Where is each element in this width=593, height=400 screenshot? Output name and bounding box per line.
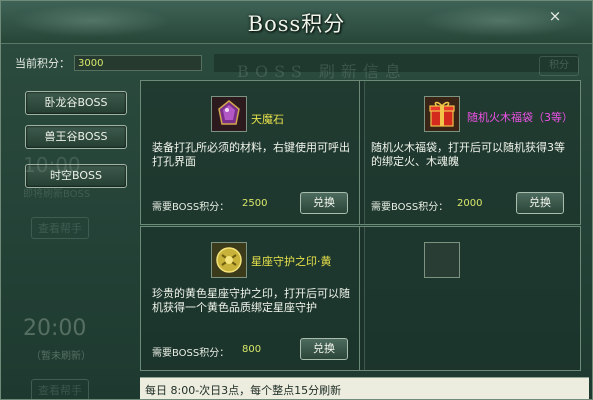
cost-value: 800 [242,344,262,355]
item-name: 星座守护之印·黄 [251,255,332,268]
tab-wolonggu-boss[interactable]: 卧龙谷BOSS [25,91,127,115]
boss-points-window: Boss积分 × 当前积分： 3000 BOSS 刷新信息 积分 卧龙谷BOSS… [0,0,593,400]
item-slot[interactable] [211,96,247,132]
exchange-button[interactable]: 兑换 [300,338,348,360]
reward-card: 随机火木福袋（3等） 随机火木福袋，打开后可以随机获得3等的绑定火、木魂魄 需要… [359,80,581,225]
window-title: Boss积分 [247,12,346,36]
ghost-subtitle-2: （暂未刷新） [31,351,91,362]
item-description: 装备打孔所必须的材料，右键使用可呼出打孔界面 [152,141,350,168]
empty-reward-card [359,226,581,371]
boss-category-sidebar: 卧龙谷BOSS 兽王谷BOSS 时空BOSS 10:00 即将刷新BOSS 查看… [9,81,135,399]
reward-card: 天魔石 装备打孔所必须的材料，右键使用可呼出打孔界面 需要BOSS积分： 250… [140,80,365,225]
footer-bar: 每日 8:00-次日3点，每个整点15分刷新 [140,377,589,399]
item-description: 珍贵的黄色星座守护之印，打开后可以随机获得一个黄色品质绑定星座守护 [152,287,350,314]
item-name: 随机火木福袋（3等） [467,111,573,124]
cost-value: 2500 [242,198,268,209]
current-score-row: 当前积分： 3000 [15,54,202,72]
current-score-value: 3000 [74,55,202,71]
cost-label: 需要BOSS积分： [371,202,449,213]
current-score-label: 当前积分： [15,57,70,70]
gift-bag-icon [425,97,459,131]
cost-label: 需要BOSS积分： [152,202,230,213]
exchange-button[interactable]: 兑换 [300,192,348,214]
cost-label: 需要BOSS积分： [152,348,230,359]
item-slot[interactable] [424,96,460,132]
background-banner-text: BOSS 刷新信息 [237,62,407,81]
ghost-time-1: 10:00 [23,153,81,177]
cost-value: 2000 [457,198,483,209]
demon-stone-icon [212,97,246,131]
background-button: 积分 [539,56,579,76]
ghost-time-2: 20:00 [23,316,87,341]
ghost-subtitle-1: 即将刷新BOSS [23,189,91,200]
ghost-help-button-2: 查看帮手 [31,379,89,399]
exchange-button[interactable]: 兑换 [516,192,564,214]
close-icon[interactable]: × [546,7,564,25]
item-slot[interactable] [211,242,247,278]
refresh-schedule-text: 每日 8:00-次日3点，每个整点15分刷新 [145,384,342,397]
ghost-help-button-1: 查看帮手 [31,217,89,239]
empty-item-slot[interactable] [424,242,460,278]
title-bar[interactable]: Boss积分 × [1,1,592,44]
reward-grid: 天魔石 装备打孔所必须的材料，右键使用可呼出打孔界面 需要BOSS积分： 250… [140,80,589,380]
zodiac-seal-icon [212,243,246,277]
tab-shouwanggu-boss[interactable]: 兽王谷BOSS [25,125,127,149]
reward-card: 星座守护之印·黄 珍贵的黄色星座守护之印，打开后可以随机获得一个黄色品质绑定星座… [140,226,365,371]
item-description: 随机火木福袋，打开后可以随机获得3等的绑定火、木魂魄 [371,141,565,168]
item-name: 天魔石 [251,113,284,126]
